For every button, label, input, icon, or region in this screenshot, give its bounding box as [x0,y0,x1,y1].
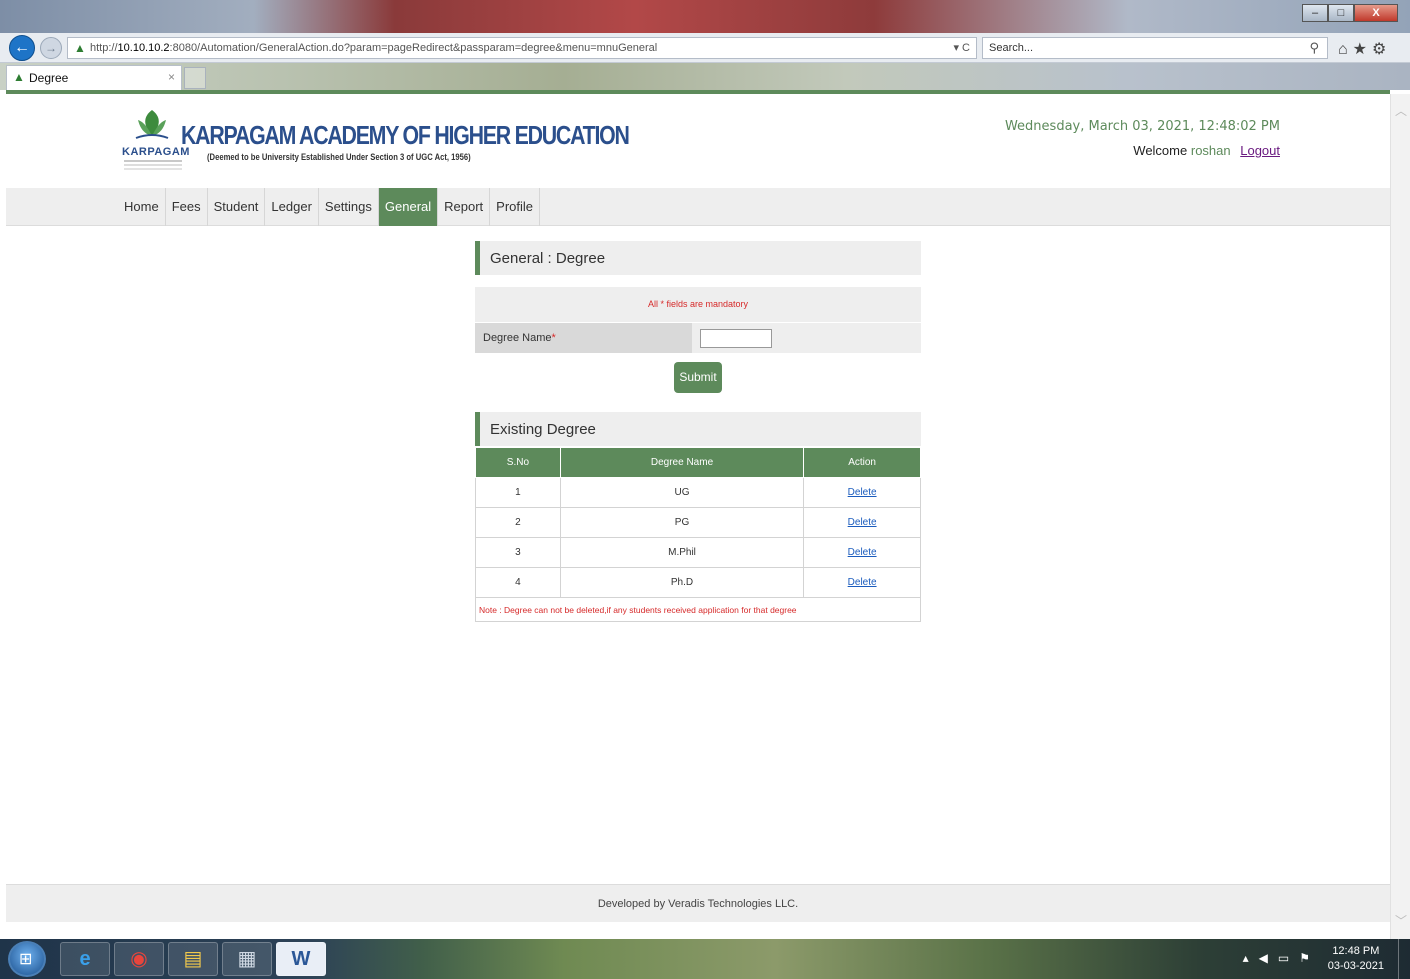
start-button[interactable]: ⊞ [8,941,46,977]
site-favicon-icon: ▲ [74,41,86,55]
section-header-existing-degree: Existing Degree [475,412,921,446]
menu-item-student[interactable]: Student [208,188,266,226]
column-header-degree-name: Degree Name [559,447,805,478]
settings-gear-icon[interactable]: ⚙ [1372,41,1391,58]
existing-degree-table: S.No Degree Name Action 1 UG Delete 2 PG… [475,447,921,622]
windows-logo-icon: ⊞ [19,951,33,968]
institution-logo: KARPAGAM [122,106,189,176]
network-icon[interactable]: ▭ [1278,951,1299,965]
table-header-row: S.No Degree Name Action [475,447,921,478]
scroll-down-icon[interactable]: ﹀ [1395,912,1407,929]
note-row: Note : Degree can not be deleted,if any … [475,597,921,622]
institution-subtitle: (Deemed to be University Established Und… [207,152,471,162]
cell-degree-name: PG [559,507,805,538]
section-header-general-degree: General : Degree [475,241,921,275]
cell-degree-name: M.Phil [559,537,805,568]
forward-button[interactable]: → [40,37,62,59]
main-menu-bar: Home Fees Student Ledger Settings Genera… [6,188,1390,226]
close-icon[interactable]: X [1354,4,1398,22]
degree-name-label: Degree Name* [475,323,692,353]
window-controls: – □ X [1302,4,1398,22]
system-clock[interactable]: 12:48 PM 03-03-2021 [1328,944,1384,974]
username: roshan [1190,143,1231,158]
table-row: 4 Ph.D Delete [475,567,921,598]
window-titlebar: – □ X [0,0,1410,33]
delete-link[interactable]: Delete [848,487,877,498]
welcome-message: Welcome roshan Logout [1133,143,1280,158]
new-tab-button[interactable] [184,67,206,89]
menu-item-general[interactable]: General [378,188,439,226]
taskbar: ⊞ e ◉ ▤ ▦ W ▴◀▭⚑ 12:48 PM 03-03-2021 [0,939,1410,979]
degree-name-row: Degree Name* [475,323,921,353]
menu-item-settings[interactable]: Settings [319,188,379,226]
menu-item-fees[interactable]: Fees [166,188,208,226]
cell-sno: 4 [475,567,561,598]
calculator-icon[interactable]: ▦ [222,942,272,976]
main-menu: Home Fees Student Ledger Settings Genera… [118,188,541,226]
mandatory-note: All * fields are mandatory [475,287,921,322]
favorites-star-icon[interactable]: ★ [1353,41,1372,58]
column-header-action: Action [803,447,921,478]
tab-degree[interactable]: ▲ Degree × [6,65,182,90]
logo-tagline-lines [124,160,182,162]
institution-name: KARPAGAM ACADEMY OF HIGHER EDUCATION [181,120,630,150]
toolbar-icons: ⌂★⚙ [1338,39,1391,59]
table-row: 1 UG Delete [475,477,921,508]
address-bar[interactable]: ▲ http://10.10.10.2:8080/Automation/Gene… [67,37,977,59]
chrome-icon[interactable]: ◉ [114,942,164,976]
delete-link[interactable]: Delete [848,517,877,528]
cell-degree-name: UG [559,477,805,508]
page: KARPAGAM KARPAGAM ACADEMY OF HIGHER EDUC… [6,94,1390,939]
cell-degree-name: Ph.D [559,567,805,598]
back-button[interactable]: ← [9,35,35,61]
tab-strip: ▲ Degree × [0,63,1410,90]
search-input[interactable]: Search... ⚲ [982,37,1328,59]
table-row: 3 M.Phil Delete [475,537,921,568]
submit-button[interactable]: Submit [674,362,722,393]
maximize-icon[interactable]: □ [1328,4,1354,22]
leaf-emblem-icon [135,110,169,139]
current-datetime: Wednesday, March 03, 2021, 12:48:02 PM [1004,119,1280,134]
degree-form: All * fields are mandatory Degree Name* [475,287,921,353]
internet-explorer-icon[interactable]: e [60,942,110,976]
vertical-scrollbar[interactable]: ︿ ﹀ [1390,94,1410,939]
tab-favicon-icon: ▲ [13,70,25,84]
menu-item-profile[interactable]: Profile [490,188,541,226]
file-explorer-icon[interactable]: ▤ [168,942,218,976]
cell-sno: 2 [475,507,561,538]
degree-name-input[interactable] [700,329,772,348]
url-text[interactable]: http://10.10.10.2:8080/Automation/Genera… [90,42,657,54]
cell-sno: 1 [475,477,561,508]
word-icon[interactable]: W [276,942,326,976]
home-icon[interactable]: ⌂ [1338,41,1353,58]
show-desktop-button[interactable] [1398,939,1410,979]
tray-expand-icon[interactable]: ▴ [1243,951,1259,965]
page-footer: Developed by Veradis Technologies LLC. [6,884,1390,922]
volume-icon[interactable]: ◀ [1259,951,1278,965]
flag-icon[interactable]: ⚑ [1299,951,1320,965]
search-icon[interactable]: ⚲ [1309,40,1319,56]
delete-note: Note : Degree can not be deleted,if any … [475,597,921,622]
menu-item-ledger[interactable]: Ledger [265,188,319,226]
delete-link[interactable]: Delete [848,547,877,558]
system-tray: ▴◀▭⚑ [1243,951,1320,965]
scroll-up-icon[interactable]: ︿ [1395,102,1407,119]
address-bar-row: ← → ▲ http://10.10.10.2:8080/Automation/… [0,33,1410,63]
delete-link[interactable]: Delete [848,577,877,588]
table-row: 2 PG Delete [475,507,921,538]
menu-item-report[interactable]: Report [438,188,491,226]
tab-close-icon[interactable]: × [168,70,175,84]
refresh-icon[interactable]: ▾ C [953,41,970,54]
cell-sno: 3 [475,537,561,568]
logout-link[interactable]: Logout [1240,143,1280,158]
column-header-sno: S.No [475,447,561,478]
menu-item-home[interactable]: Home [118,188,166,226]
minimize-icon[interactable]: – [1302,4,1328,22]
